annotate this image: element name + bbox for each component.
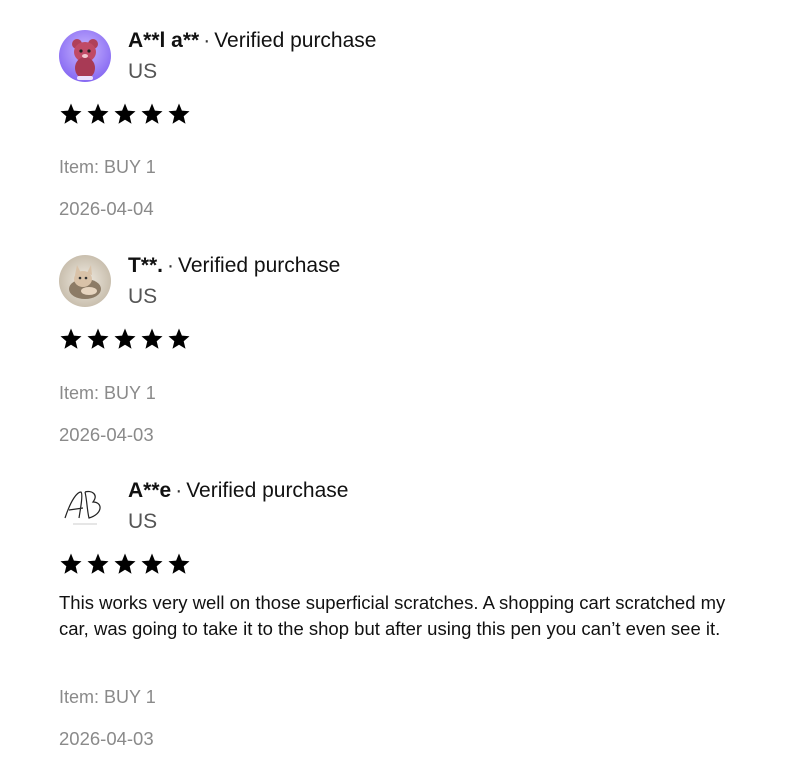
review-card: A**e · Verified purchase US This works ver… <box>59 478 759 768</box>
reviewer-name-line: T**. · Verified purchase <box>128 253 340 279</box>
reviewer-country: US <box>128 510 158 533</box>
verified-purchase-label: Verified purchase <box>214 29 377 52</box>
star-icon <box>141 553 163 574</box>
star-icon <box>168 553 190 574</box>
star-icon <box>168 103 190 124</box>
review-date: 2026-04-04 <box>59 198 154 219</box>
review-card: T**. · Verified purchase US Item: BUY 1 20… <box>59 253 759 453</box>
reviewer-name: T**. <box>128 254 164 277</box>
item-variant: Item: BUY 1 <box>59 383 156 403</box>
review-header: T**. · Verified purchase US <box>59 253 759 310</box>
star-icon <box>87 103 109 124</box>
verified-purchase-label: Verified purchase <box>178 254 341 277</box>
star-icon <box>141 103 163 124</box>
item-variant: Item: BUY 1 <box>59 687 156 707</box>
star-icon <box>114 103 136 124</box>
star-rating <box>59 327 759 351</box>
verified-purchase-label: Verified purchase <box>186 479 349 502</box>
item-variant: Item: BUY 1 <box>59 157 156 177</box>
reviewer-country: US <box>128 60 158 83</box>
review-date: 2026-04-03 <box>59 424 154 445</box>
star-icon <box>114 553 136 574</box>
separator: · <box>175 479 183 502</box>
star-rating <box>59 552 759 576</box>
star-icon <box>114 328 136 349</box>
reviewer-name-line: A**l a** · Verified purchase <box>128 28 376 54</box>
bear-toy-avatar-icon[interactable] <box>59 30 111 82</box>
star-icon <box>141 328 163 349</box>
star-rating <box>59 102 759 126</box>
star-icon <box>87 328 109 349</box>
star-icon <box>168 328 190 349</box>
star-icon <box>60 103 82 124</box>
star-icon <box>87 553 109 574</box>
separator: · <box>203 29 211 52</box>
reviewer-name: A**e <box>128 479 172 502</box>
review-header: A**e · Verified purchase US <box>59 478 759 535</box>
review-header: A**l a** · Verified purchase US <box>59 28 759 85</box>
reviewer-name-line: A**e · Verified purchase <box>128 478 348 504</box>
review-date: 2026-04-03 <box>59 728 154 749</box>
review-card: A**l a** · Verified purchase US Item: BUY … <box>59 28 759 228</box>
separator: · <box>167 254 175 277</box>
reviewer-name: A**l a** <box>128 29 200 52</box>
monogram-avatar-icon[interactable] <box>59 480 111 532</box>
star-icon <box>60 553 82 574</box>
star-icon <box>60 328 82 349</box>
reviewer-country: US <box>128 285 158 308</box>
review-text: This works very well on those superficia… <box>59 592 726 639</box>
cat-avatar-icon[interactable] <box>59 255 111 307</box>
